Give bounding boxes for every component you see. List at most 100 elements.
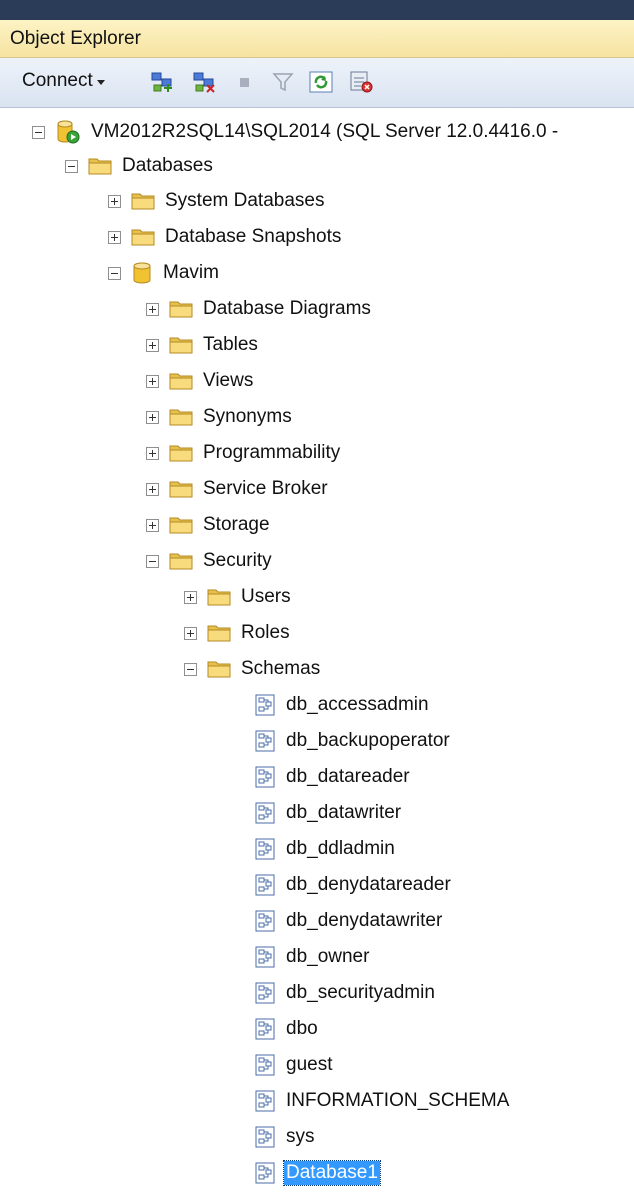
schema-label: db_datareader	[286, 766, 410, 787]
schema-label: db_ddladmin	[286, 838, 395, 859]
schema-item-selected[interactable]: Database1	[254, 1155, 381, 1191]
schema-icon	[254, 838, 276, 860]
folder-icon	[169, 406, 193, 428]
schema-item[interactable]: guest	[254, 1047, 334, 1083]
schema-icon	[254, 1018, 276, 1040]
synonyms-label: Synonyms	[203, 406, 292, 427]
window-top-strip	[0, 0, 634, 20]
schema-item[interactable]: INFORMATION_SCHEMA	[254, 1083, 511, 1119]
schema-label: db_accessadmin	[286, 694, 429, 715]
tree-node-storage[interactable]: Storage	[146, 507, 272, 543]
schema-icon	[254, 694, 276, 716]
folder-icon	[169, 370, 193, 392]
schema-icon	[254, 1126, 276, 1148]
schemas-label: Schemas	[241, 658, 321, 679]
schema-item[interactable]: dbo	[254, 1011, 320, 1047]
expand-icon[interactable]	[146, 482, 159, 496]
expand-icon[interactable]	[184, 626, 197, 640]
collapse-icon[interactable]	[146, 554, 159, 568]
folder-icon	[207, 658, 231, 680]
folder-icon	[169, 298, 193, 320]
expand-icon[interactable]	[146, 302, 159, 316]
schema-item[interactable]: db_denydatawriter	[254, 903, 444, 939]
schema-item[interactable]: db_datareader	[254, 759, 412, 795]
folder-icon	[88, 155, 112, 177]
schema-icon	[254, 1090, 276, 1112]
tree-node-mavim[interactable]: Mavim	[108, 255, 221, 291]
tree-node-databases[interactable]: Databases	[65, 148, 215, 184]
expand-icon[interactable]	[108, 194, 121, 208]
tree-node-users[interactable]: Users	[184, 579, 293, 615]
schema-label: db_denydatawriter	[286, 910, 443, 931]
connect-object-explorer-icon[interactable]	[150, 70, 176, 94]
schema-item[interactable]: db_backupoperator	[254, 723, 452, 759]
folder-icon	[169, 550, 193, 572]
filter-icon[interactable]	[270, 70, 296, 94]
expand-icon[interactable]	[184, 590, 197, 604]
expand-icon[interactable]	[146, 374, 159, 388]
expand-icon[interactable]	[146, 446, 159, 460]
stop-icon[interactable]	[232, 70, 258, 94]
schema-label: sys	[286, 1126, 315, 1147]
expand-icon[interactable]	[146, 518, 159, 532]
schema-item[interactable]: db_owner	[254, 939, 371, 975]
schema-item[interactable]: db_accessadmin	[254, 687, 431, 723]
schema-item[interactable]: sys	[254, 1119, 317, 1155]
tree-node-server[interactable]: VM2012R2SQL14\SQL2014 (SQL Server 12.0.4…	[32, 114, 560, 150]
tree-node-security[interactable]: Security	[146, 543, 274, 579]
service-broker-label: Service Broker	[203, 478, 328, 499]
tree-node-views[interactable]: Views	[146, 363, 255, 399]
tree-node-tables[interactable]: Tables	[146, 327, 260, 363]
schema-icon	[254, 1162, 276, 1184]
schema-item[interactable]: db_datawriter	[254, 795, 403, 831]
schema-item[interactable]: db_securityadmin	[254, 975, 437, 1011]
connect-dropdown-caret-icon[interactable]	[96, 79, 105, 85]
schema-item[interactable]: db_denydatareader	[254, 867, 453, 903]
expand-icon[interactable]	[146, 410, 159, 424]
expand-icon[interactable]	[146, 338, 159, 352]
tree-node-database-diagrams[interactable]: Database Diagrams	[146, 291, 373, 327]
collapse-icon[interactable]	[65, 159, 78, 173]
panel-title: Object Explorer	[10, 28, 141, 49]
connect-button[interactable]: Connect	[22, 70, 105, 92]
tree-node-system-databases[interactable]: System Databases	[108, 183, 326, 219]
tree-node-programmability[interactable]: Programmability	[146, 435, 342, 471]
tables-label: Tables	[203, 334, 258, 355]
schema-label: dbo	[286, 1018, 318, 1039]
disconnect-icon[interactable]	[192, 70, 218, 94]
security-label: Security	[203, 550, 272, 571]
tree-node-schemas[interactable]: Schemas	[184, 651, 322, 687]
folder-icon	[169, 442, 193, 464]
tree-node-roles[interactable]: Roles	[184, 615, 292, 651]
tree-node-database-snapshots[interactable]: Database Snapshots	[108, 219, 343, 255]
schema-icon	[254, 766, 276, 788]
mavim-label: Mavim	[163, 262, 219, 283]
schema-icon	[254, 982, 276, 1004]
tree-node-service-broker[interactable]: Service Broker	[146, 471, 330, 507]
expand-icon[interactable]	[108, 230, 121, 244]
folder-icon	[207, 586, 231, 608]
activity-monitor-icon[interactable]	[348, 70, 374, 94]
schema-icon	[254, 730, 276, 752]
collapse-icon[interactable]	[108, 266, 121, 280]
schema-label: db_owner	[286, 946, 370, 967]
schema-label: db_backupoperator	[286, 730, 450, 751]
schema-icon	[254, 910, 276, 932]
folder-icon	[169, 478, 193, 500]
schema-icon	[254, 874, 276, 896]
roles-label: Roles	[241, 622, 290, 643]
tree-node-synonyms[interactable]: Synonyms	[146, 399, 294, 435]
object-explorer-title-bar: Object Explorer	[0, 20, 634, 58]
refresh-icon[interactable]	[308, 70, 334, 94]
connect-label: Connect	[22, 70, 93, 91]
programmability-label: Programmability	[203, 442, 341, 463]
schema-icon	[254, 946, 276, 968]
collapse-icon[interactable]	[32, 125, 45, 139]
server-label: VM2012R2SQL14\SQL2014 (SQL Server 12.0.4…	[91, 121, 559, 142]
schema-label: db_denydatareader	[286, 874, 451, 895]
schema-item[interactable]: db_ddladmin	[254, 831, 397, 867]
folder-icon	[207, 622, 231, 644]
collapse-icon[interactable]	[184, 662, 197, 676]
server-icon	[55, 119, 81, 145]
folder-icon	[169, 514, 193, 536]
